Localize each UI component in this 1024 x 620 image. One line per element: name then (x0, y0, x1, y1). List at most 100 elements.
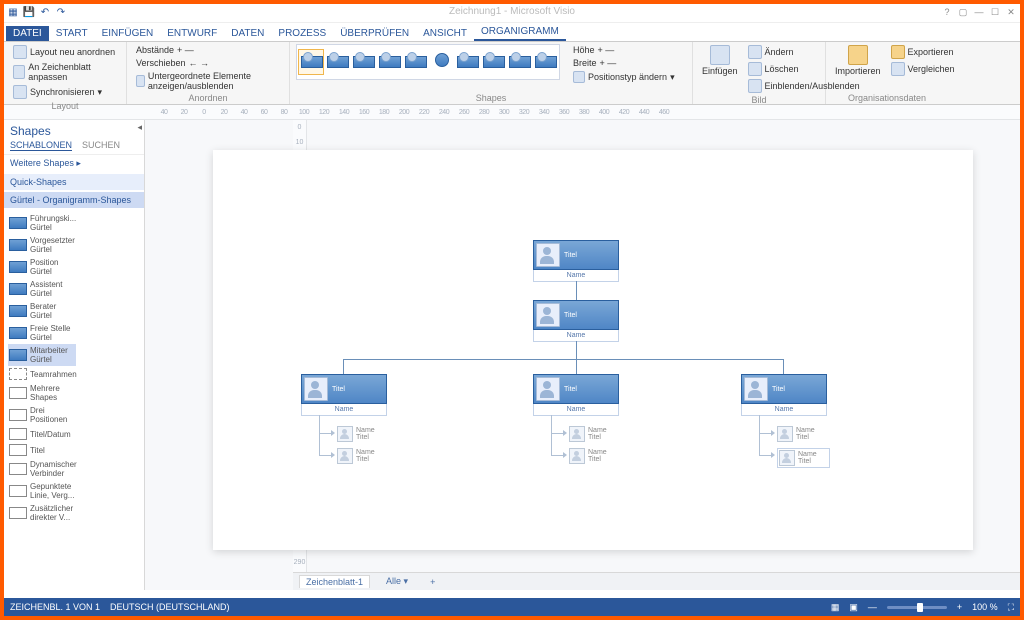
bild-einfuegen-button[interactable]: Einfügen (699, 44, 741, 77)
org-node-l3-2[interactable]: Titel Name (533, 374, 619, 416)
hoehe-control[interactable]: Höhe + — (570, 44, 678, 56)
org-subnode[interactable]: NameTitel (569, 448, 607, 464)
group-label-bild: Bild (699, 95, 819, 105)
palette-item[interactable]: Dynamischer Verbinder (8, 458, 76, 480)
positionstyp-button[interactable]: Positionstyp ändern ▾ (570, 70, 678, 84)
shape-style-5[interactable] (403, 50, 427, 74)
palette-item-label: Freie Stelle Gürtel (30, 324, 75, 342)
palette-item[interactable]: Mitarbeiter Gürtel (8, 344, 76, 366)
panel-collapse-icon[interactable]: ◂ (137, 122, 142, 133)
shape-icon (9, 428, 27, 440)
status-language[interactable]: DEUTSCH (DEUTSCHLAND) (110, 602, 230, 612)
org-subnode[interactable]: NameTitel (569, 426, 607, 442)
abstaende-button[interactable]: Abstände + — (133, 44, 197, 56)
qat-undo-icon[interactable]: ↶ (38, 5, 52, 19)
view-mode-icon[interactable]: ▦ (831, 602, 840, 613)
fit-window-icon[interactable]: ⛶ (1008, 602, 1014, 613)
tab-ansicht[interactable]: ANSICHT (416, 26, 474, 41)
shape-style-9[interactable] (507, 50, 531, 74)
quick-shapes-category[interactable]: Quick-Shapes (4, 174, 144, 190)
page-tab-add[interactable]: + (424, 576, 441, 588)
palette-item[interactable]: Führungski... Gürtel (8, 212, 76, 234)
shape-icon (9, 507, 27, 519)
palette-item[interactable]: Freie Stelle Gürtel (8, 322, 76, 344)
tab-daten[interactable]: DATEN (224, 26, 271, 41)
sync-button[interactable]: Synchronisieren ▾ (10, 84, 105, 100)
weitere-shapes-link[interactable]: Weitere Shapes ▸ (4, 155, 144, 172)
page-tab-1[interactable]: Zeichenblatt-1 (299, 575, 370, 588)
shape-style-6[interactable] (429, 50, 453, 74)
org-node-l3-3[interactable]: Titel Name (741, 374, 827, 416)
arrow-icon (331, 452, 335, 458)
shape-style-10[interactable] (533, 50, 557, 74)
ribbon-collapse-icon[interactable]: ▢ (956, 5, 970, 19)
tab-prozess[interactable]: PROZESS (271, 26, 333, 41)
close-icon[interactable]: ✕ (1004, 5, 1018, 19)
shape-style-2[interactable] (325, 50, 349, 74)
palette-item[interactable]: Zusätzlicher direkter V... (8, 502, 76, 524)
org-subnode[interactable]: NameTitel (337, 426, 375, 442)
qat-save-icon[interactable]: 💾 (22, 5, 36, 19)
exportieren-button[interactable]: Exportieren (888, 44, 958, 60)
tab-ueberpruefen[interactable]: ÜBERPRÜFEN (333, 26, 416, 41)
guertel-category[interactable]: Gürtel - Organigramm-Shapes (4, 192, 144, 208)
canvas-area[interactable]: 0102030405060708090100110120130140150160… (145, 120, 1020, 590)
zoom-slider[interactable] (887, 606, 947, 609)
minimize-icon[interactable]: — (972, 5, 986, 19)
drawing-page[interactable]: Titel Name Titel Name Titel Name Titel N… (213, 150, 973, 550)
tab-einfuegen[interactable]: EINFÜGEN (95, 26, 161, 41)
org-subnode[interactable]: NameTitel (777, 426, 815, 442)
palette-item[interactable]: Teamrahmen (8, 366, 76, 382)
palette-item[interactable]: Position Gürtel (8, 256, 76, 278)
untergeordnete-button[interactable]: Untergeordnete Elemente anzeigen/ausblen… (133, 70, 283, 92)
shape-style-1[interactable] (299, 50, 323, 74)
zoom-out-icon[interactable]: — (868, 602, 877, 612)
connector (783, 359, 784, 374)
avatar-icon (779, 450, 795, 466)
panel-tab-suchen[interactable]: SUCHEN (82, 140, 120, 151)
vergleichen-button[interactable]: Vergleichen (888, 61, 958, 77)
title-bar: ▦ 💾 ↶ ↷ Zeichnung1 - Microsoft Visio ? ▢… (4, 4, 1020, 23)
shape-style-4[interactable] (377, 50, 401, 74)
palette-item[interactable]: Berater Gürtel (8, 300, 76, 322)
org-node-root[interactable]: Titel Name (533, 240, 619, 282)
palette-item[interactable]: Vorgesetzter Gürtel (8, 234, 76, 256)
tab-start[interactable]: START (49, 26, 95, 41)
palette-item[interactable]: Gepunktete Linie, Verg... (8, 480, 76, 502)
panel-tab-schablonen[interactable]: SCHABLONEN (10, 140, 72, 151)
importieren-button[interactable]: Importieren (832, 44, 884, 77)
shape-style-gallery[interactable] (296, 44, 560, 80)
org-subnode[interactable]: NameTitel (777, 448, 830, 468)
fit-page-button[interactable]: An Zeichenblatt anpassen (10, 61, 120, 83)
zoom-level[interactable]: 100 % (972, 602, 998, 612)
presentation-icon[interactable]: ▣ (849, 602, 858, 613)
layout-neu-button[interactable]: Layout neu anordnen (10, 44, 118, 60)
palette-item[interactable]: Mehrere Shapes (8, 382, 76, 404)
zoom-in-icon[interactable]: + (957, 602, 962, 612)
shape-style-7[interactable] (455, 50, 479, 74)
breite-control[interactable]: Breite + — (570, 57, 678, 69)
tab-entwurf[interactable]: ENTWURF (160, 26, 224, 41)
tab-datei[interactable]: DATEI (6, 26, 49, 41)
maximize-icon[interactable]: ☐ (988, 5, 1002, 19)
org-subnode[interactable]: NameTitel (337, 448, 375, 464)
avatar-icon (536, 377, 560, 401)
avatar-icon (337, 426, 353, 442)
window-title: Zeichnung1 - Microsoft Visio (449, 6, 575, 17)
qat-redo-icon[interactable]: ↷ (54, 5, 68, 19)
status-page: ZEICHENBL. 1 VON 1 (10, 602, 100, 612)
palette-item[interactable]: Assistent Gürtel (8, 278, 76, 300)
shape-style-8[interactable] (481, 50, 505, 74)
shape-style-3[interactable] (351, 50, 375, 74)
shape-icon (9, 217, 27, 229)
palette-item[interactable]: Titel (8, 442, 76, 458)
palette-item[interactable]: Drei Positionen (8, 404, 76, 426)
palette-item[interactable]: Titel/Datum (8, 426, 76, 442)
tab-organigramm[interactable]: ORGANIGRAMM (474, 24, 566, 41)
org-node-l2[interactable]: Titel Name (533, 300, 619, 342)
page-tab-all[interactable]: Alle ▾ (380, 575, 414, 588)
org-node-l3-1[interactable]: Titel Name (301, 374, 387, 416)
connector (576, 359, 577, 374)
help-icon[interactable]: ? (940, 5, 954, 19)
verschieben-button[interactable]: Verschieben ← → (133, 57, 212, 69)
